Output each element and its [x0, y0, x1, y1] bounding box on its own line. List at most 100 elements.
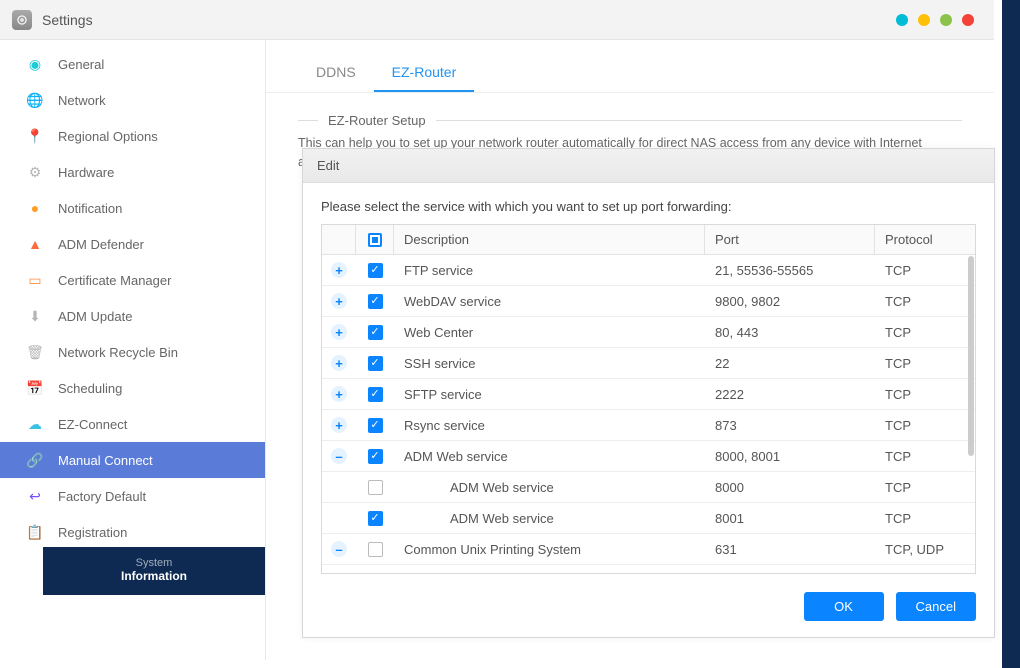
table-row[interactable]: ADM Web service8001TCP: [322, 503, 975, 534]
scrollbar[interactable]: [968, 256, 974, 456]
col-header-protocol[interactable]: Protocol: [875, 225, 975, 254]
col-header-description[interactable]: Description: [394, 225, 705, 254]
expand-icon[interactable]: +: [331, 417, 347, 433]
row-checkbox[interactable]: [368, 480, 383, 495]
table-body[interactable]: +FTP service21, 55536-55565TCP+WebDAV se…: [322, 255, 975, 573]
calendar-icon: 📅: [26, 379, 44, 397]
row-checkbox[interactable]: [368, 263, 383, 278]
sidebar-item-defender[interactable]: ▲ADM Defender: [0, 226, 265, 262]
sidebar-item-registration[interactable]: 📋 Registration: [0, 514, 265, 550]
row-description: FTP service: [394, 256, 705, 285]
sidebar-item-hardware[interactable]: ⚙Hardware: [0, 154, 265, 190]
sidebar-item-factory[interactable]: ↩Factory Default: [0, 478, 265, 514]
row-port: 8000, 8001: [705, 442, 875, 471]
modal-title: Edit: [303, 149, 994, 183]
table-row[interactable]: +SSH service22TCP: [322, 348, 975, 379]
row-checkbox[interactable]: [368, 387, 383, 402]
row-description: ADM Web service: [394, 504, 705, 533]
col-header-port[interactable]: Port: [705, 225, 875, 254]
general-icon: ◉: [26, 55, 44, 73]
sidebar-item-label: Scheduling: [58, 381, 122, 396]
sidebar-item-general[interactable]: ◉ General: [0, 46, 265, 82]
collapse-icon[interactable]: –: [331, 448, 347, 464]
system-info-tile[interactable]: System Information: [43, 547, 265, 595]
select-all-checkbox[interactable]: [368, 233, 382, 247]
row-checkbox[interactable]: [368, 449, 383, 464]
expand-icon[interactable]: +: [331, 262, 347, 278]
globe-icon: 🌐: [26, 91, 44, 109]
table-row[interactable]: ADM Web service8000TCP: [322, 472, 975, 503]
certificate-icon: ▭: [26, 271, 44, 289]
tab-ezrouter[interactable]: EZ-Router: [374, 54, 475, 92]
table-row[interactable]: +SFTP service2222TCP: [322, 379, 975, 410]
service-table: Description Port Protocol +FTP service21…: [321, 224, 976, 574]
row-port: 2222: [705, 380, 875, 409]
row-port: 8001: [705, 504, 875, 533]
sidebar-item-manual-connect[interactable]: 🔗Manual Connect: [0, 442, 265, 478]
row-description: WebDAV service: [394, 287, 705, 316]
expand-icon[interactable]: +: [331, 293, 347, 309]
help-dot[interactable]: [918, 14, 930, 26]
table-row[interactable]: +Rsync service873TCP: [322, 410, 975, 441]
table-row[interactable]: –Common Unix Printing System631TCP, UDP: [322, 534, 975, 565]
row-checkbox[interactable]: [368, 325, 383, 340]
row-checkbox[interactable]: [368, 418, 383, 433]
sidebar-item-notification[interactable]: ●Notification: [0, 190, 265, 226]
sidebar-item-label: ADM Update: [58, 309, 132, 324]
cloud-icon: ☁: [26, 415, 44, 433]
sidebar-item-recycle[interactable]: 🗑 Network Recycle Bin: [0, 334, 265, 370]
row-protocol: TCP: [875, 318, 975, 347]
row-checkbox[interactable]: [368, 356, 383, 371]
sidebar-item-scheduling[interactable]: 📅 Scheduling: [0, 370, 265, 406]
table-row[interactable]: +WebDAV service9800, 9802TCP: [322, 286, 975, 317]
sidebar-item-ezconnect[interactable]: ☁EZ-Connect: [0, 406, 265, 442]
row-port: 9800, 9802: [705, 287, 875, 316]
minimize-dot[interactable]: [896, 14, 908, 26]
background-stripe: [1002, 0, 1020, 668]
collapse-icon[interactable]: –: [331, 541, 347, 557]
sidebar-item-update[interactable]: ⬇ADM Update: [0, 298, 265, 334]
settings-app-icon: [12, 10, 32, 30]
sidebar-item-label: Network Recycle Bin: [58, 345, 178, 360]
sidebar-item-label: Hardware: [58, 165, 114, 180]
cancel-button[interactable]: Cancel: [896, 592, 976, 621]
tile-line2: Information: [121, 569, 187, 583]
sidebar-item-label: Network: [58, 93, 106, 108]
edit-modal: Edit Please select the service with whic…: [302, 148, 995, 638]
reset-icon: ↩: [26, 487, 44, 505]
table-row[interactable]: – ADM Web service8000, 8001TCP: [322, 441, 975, 472]
row-protocol: TCP: [875, 349, 975, 378]
sidebar-item-network[interactable]: 🌐 Network: [0, 82, 265, 118]
row-description: Common Unix Printing System: [394, 535, 705, 564]
row-protocol: TCP: [875, 442, 975, 471]
table-row[interactable]: +Web Center80, 443TCP: [322, 317, 975, 348]
recycle-icon: 🗑: [26, 343, 44, 361]
expand-icon[interactable]: +: [331, 324, 347, 340]
row-checkbox[interactable]: [368, 542, 383, 557]
row-port: 8000: [705, 473, 875, 502]
clipboard-icon: 📋: [26, 523, 44, 541]
sidebar-item-label: Notification: [58, 201, 122, 216]
tab-bar: DDNS EZ-Router: [266, 40, 994, 93]
sidebar-item-label: Registration: [58, 525, 127, 540]
modal-message: Please select the service with which you…: [321, 199, 976, 214]
ok-button[interactable]: OK: [804, 592, 884, 621]
expand-icon[interactable]: +: [331, 386, 347, 402]
defender-icon: ▲: [26, 235, 44, 253]
close-dot[interactable]: [962, 14, 974, 26]
row-description: Rsync service: [394, 411, 705, 440]
sidebar-item-certificate[interactable]: ▭Certificate Manager: [0, 262, 265, 298]
expand-icon[interactable]: +: [331, 355, 347, 371]
sidebar-item-label: General: [58, 57, 104, 72]
row-checkbox[interactable]: [368, 511, 383, 526]
row-description: SSH service: [394, 349, 705, 378]
sidebar-item-regional[interactable]: 📍Regional Options: [0, 118, 265, 154]
row-description: ADM Web service: [394, 442, 705, 471]
tab-ddns[interactable]: DDNS: [298, 54, 374, 92]
tile-line1: System: [136, 557, 173, 569]
maximize-dot[interactable]: [940, 14, 952, 26]
sidebar-item-label: Regional Options: [58, 129, 158, 144]
row-port: 873: [705, 411, 875, 440]
row-checkbox[interactable]: [368, 294, 383, 309]
table-row[interactable]: +FTP service21, 55536-55565TCP: [322, 255, 975, 286]
